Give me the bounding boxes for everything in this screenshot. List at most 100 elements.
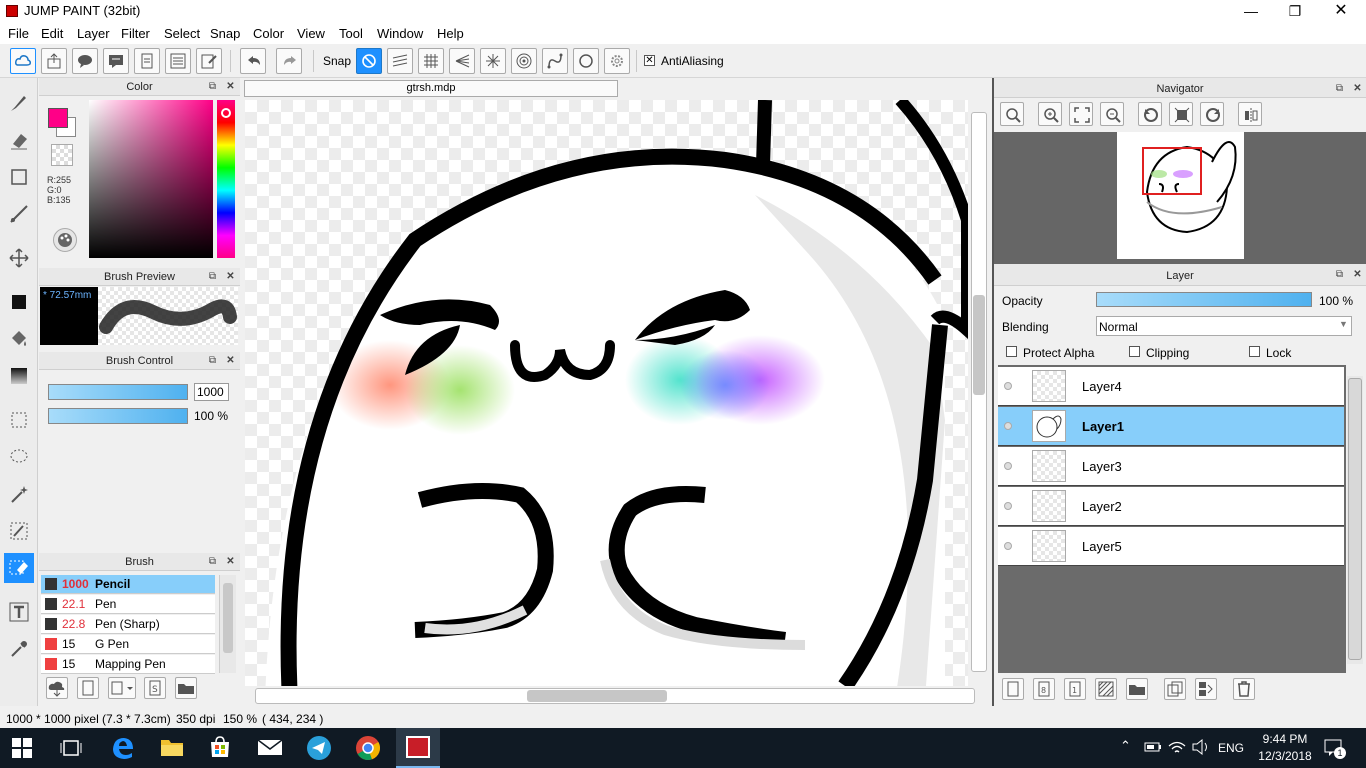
rotate-left-icon[interactable] [1138, 102, 1162, 126]
snap-concentric-icon[interactable] [511, 48, 537, 74]
panel-close-icon[interactable]: ✕ [1352, 83, 1363, 94]
text-tool-icon[interactable] [4, 597, 34, 627]
visibility-icon[interactable] [1004, 502, 1012, 510]
minimize-button[interactable]: — [1228, 0, 1274, 22]
drawing-canvas[interactable] [245, 100, 968, 686]
vertical-scroll-thumb[interactable] [973, 295, 985, 395]
menu-snap[interactable]: Snap [210, 26, 240, 41]
snap-off-icon[interactable] [356, 48, 382, 74]
restore-button[interactable]: ❐ [1272, 0, 1318, 22]
brush-list-scrollbar[interactable] [219, 575, 236, 673]
windows-start-icon[interactable] [12, 738, 32, 761]
folder-icon[interactable] [175, 677, 197, 699]
zoom-fit-icon[interactable] [1000, 102, 1024, 126]
jump-paint-taskbar-button[interactable] [396, 728, 440, 768]
undock-icon[interactable]: ⧉ [1334, 269, 1345, 280]
rectangle-tool-icon[interactable] [4, 162, 34, 192]
layer-row[interactable]: Layer5 [998, 527, 1344, 566]
snap-radial-icon[interactable] [480, 48, 506, 74]
clock-time[interactable]: 9:44 PM [1259, 732, 1311, 746]
lasso-tool-icon[interactable] [4, 442, 34, 472]
file-explorer-icon[interactable] [160, 736, 184, 761]
snap-perspective-icon[interactable] [449, 48, 475, 74]
layer-row[interactable]: Layer2 [998, 487, 1344, 526]
menu-edit[interactable]: Edit [41, 26, 63, 41]
brush-settings-icon[interactable]: S [144, 677, 166, 699]
wifi-icon[interactable] [1168, 739, 1186, 758]
close-button[interactable]: ✕ [1318, 0, 1364, 22]
brush-opacity-slider[interactable] [48, 408, 188, 424]
brush-size-input[interactable]: 1000 [194, 383, 229, 401]
share-icon[interactable] [41, 48, 67, 74]
snap-parallel-icon[interactable] [387, 48, 413, 74]
visibility-icon[interactable] [1004, 422, 1012, 430]
brush-tool-icon[interactable] [4, 88, 34, 118]
reset-rotation-icon[interactable] [1169, 102, 1193, 126]
layer-list-scrollbar[interactable] [1347, 376, 1363, 664]
menu-view[interactable]: View [297, 26, 325, 41]
battery-icon[interactable] [1144, 740, 1162, 757]
transparent-color-swatch[interactable] [51, 144, 73, 166]
delete-layer-icon[interactable] [1233, 678, 1255, 700]
gradient-tool-icon[interactable] [4, 361, 34, 391]
brush-item[interactable]: 22.1 Pen [41, 595, 215, 614]
merge-layer-icon[interactable] [1195, 678, 1217, 700]
horizontal-scroll-thumb[interactable] [527, 690, 667, 702]
zoom-in-icon[interactable] [1038, 102, 1062, 126]
visibility-icon[interactable] [1004, 542, 1012, 550]
mail-icon[interactable] [257, 737, 283, 760]
menu-file[interactable]: File [8, 26, 29, 41]
language-indicator[interactable]: ENG [1218, 741, 1244, 755]
zoom-out-icon[interactable] [1100, 102, 1124, 126]
panel-close-icon[interactable]: ✕ [225, 556, 236, 567]
move-tool-icon[interactable] [4, 243, 34, 273]
menu-help[interactable]: Help [437, 26, 464, 41]
fill-rect-tool-icon[interactable] [4, 287, 34, 317]
store-icon[interactable] [208, 735, 232, 762]
blending-select[interactable]: Normal ▼ [1096, 316, 1352, 336]
snap-ellipse-icon[interactable] [573, 48, 599, 74]
lock-checkbox[interactable] [1249, 346, 1260, 357]
navigator-thumbnail[interactable] [1117, 132, 1244, 259]
new-brush-icon[interactable] [77, 677, 99, 699]
layer-row[interactable]: Layer4 [998, 367, 1344, 406]
layer-row[interactable]: Layer3 [998, 447, 1344, 486]
panel-close-icon[interactable]: ✕ [225, 355, 236, 366]
brush-item[interactable]: 15 Mapping Pen [41, 655, 215, 674]
layer-opacity-slider[interactable] [1096, 292, 1312, 307]
brush-item[interactable]: 15 G Pen [41, 635, 215, 654]
select-rect-tool-icon[interactable] [4, 405, 34, 435]
chrome-icon[interactable] [355, 735, 381, 764]
layer-row[interactable]: Layer1 [998, 407, 1344, 446]
brush-item[interactable]: 22.8 Pen (Sharp) [41, 615, 215, 634]
rotate-right-icon[interactable] [1200, 102, 1224, 126]
brush-menu-icon[interactable] [108, 677, 136, 699]
menu-layer[interactable]: Layer [77, 26, 110, 41]
palette-icon[interactable] [53, 228, 77, 252]
new-1bit-layer-icon[interactable]: 1 [1064, 678, 1086, 700]
menu-color[interactable]: Color [253, 26, 284, 41]
hue-slider-handle[interactable] [221, 108, 231, 118]
snap-curve-icon[interactable] [542, 48, 568, 74]
chevron-up-icon[interactable]: ⌃ [1120, 738, 1131, 754]
menu-select[interactable]: Select [164, 26, 200, 41]
menu-tool[interactable]: Tool [339, 26, 363, 41]
volume-icon[interactable] [1192, 738, 1210, 758]
document-tab[interactable]: gtrsh.mdp [244, 80, 618, 97]
fit-window-icon[interactable] [1069, 102, 1093, 126]
protect-alpha-checkbox[interactable] [1006, 346, 1017, 357]
hue-slider[interactable] [217, 100, 235, 258]
undock-icon[interactable]: ⧉ [207, 556, 218, 567]
menu-window[interactable]: Window [377, 26, 423, 41]
bucket-tool-icon[interactable] [4, 324, 34, 354]
message-icon[interactable] [103, 48, 129, 74]
visibility-icon[interactable] [1004, 462, 1012, 470]
page-icon[interactable] [134, 48, 160, 74]
duplicate-layer-icon[interactable] [1164, 678, 1186, 700]
saturation-value-picker[interactable] [89, 100, 213, 258]
cloud-icon[interactable] [10, 48, 36, 74]
comment-icon[interactable] [72, 48, 98, 74]
undock-icon[interactable]: ⧉ [207, 81, 218, 92]
canvas-horizontal-scrollbar[interactable] [245, 686, 990, 706]
edge-browser-icon[interactable] [110, 735, 136, 764]
